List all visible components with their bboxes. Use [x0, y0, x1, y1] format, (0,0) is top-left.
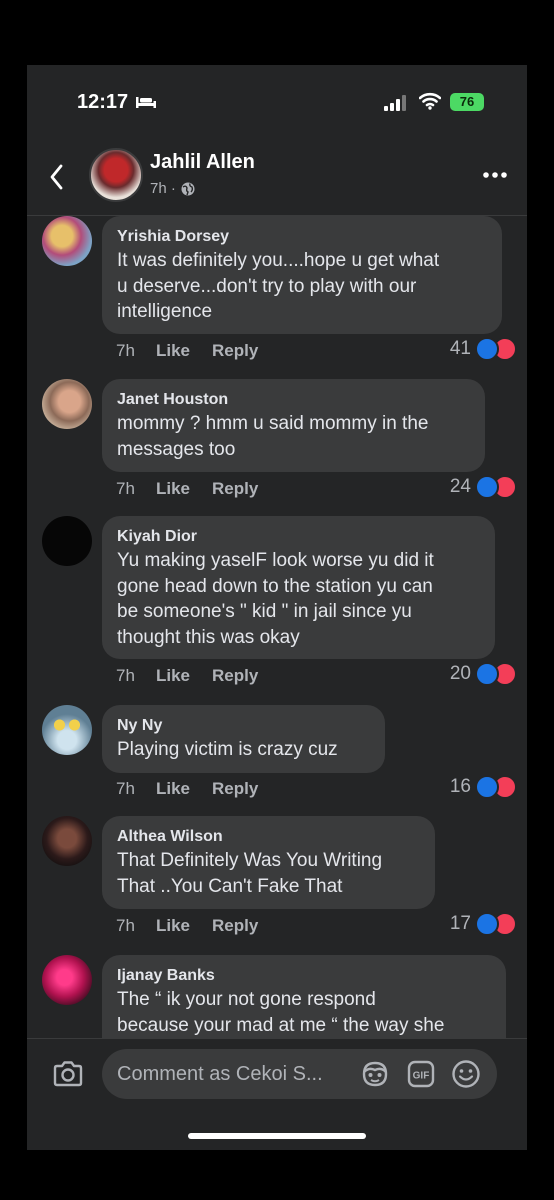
- camera-icon[interactable]: [52, 1060, 84, 1088]
- signal-icon: [384, 95, 406, 111]
- like-reaction-icon: [475, 912, 499, 936]
- like-reaction-icon: [475, 337, 499, 361]
- like-button[interactable]: Like: [156, 916, 212, 936]
- reactions[interactable]: 16: [450, 775, 517, 799]
- avatar[interactable]: [42, 379, 92, 429]
- avatar[interactable]: [42, 216, 92, 266]
- reaction-count: 24: [449, 476, 471, 497]
- post-meta: 7h ·: [150, 180, 195, 197]
- comment-line: That Definitely Was You Writing: [117, 850, 383, 871]
- comment-line: That ..You Can't Fake That: [117, 875, 343, 897]
- reactions[interactable]: 17: [450, 912, 517, 936]
- comment-actions: 7h Like Reply: [116, 779, 258, 799]
- reaction-count: 20: [449, 663, 471, 684]
- comment-box: GIF: [102, 1049, 497, 1099]
- reply-button[interactable]: Reply: [212, 666, 258, 686]
- avatar[interactable]: [42, 705, 92, 755]
- reactions[interactable]: 24: [450, 475, 517, 499]
- commenter-name[interactable]: Ny Ny: [117, 715, 369, 737]
- comment-bubble: Ijanay Banks The “ ik your not gone resp…: [102, 955, 506, 1038]
- reply-button[interactable]: Reply: [212, 479, 258, 499]
- like-button[interactable]: Like: [156, 666, 212, 686]
- comment-bubble: Yrishia Dorsey It was definitely you....…: [102, 216, 502, 334]
- bed-icon: [136, 97, 156, 108]
- comment-bubble: Kiyah Dior Yu making yaselF look worse y…: [102, 516, 495, 659]
- comment-line: be someone's " kid " in jail since yu: [117, 601, 412, 622]
- comment-bubble: Althea Wilson That Definitely Was You Wr…: [102, 816, 435, 909]
- commenter-name[interactable]: Yrishia Dorsey: [117, 226, 486, 248]
- reaction-count: 16: [449, 776, 471, 797]
- like-button[interactable]: Like: [156, 779, 212, 799]
- comment-line: messages too: [117, 438, 236, 460]
- globe-icon: [181, 182, 195, 195]
- commenter-name[interactable]: Janet Houston: [117, 389, 469, 411]
- screen: 12:17 76 Jahlil Allen 7h · Yrishia Dorse…: [27, 65, 527, 1150]
- reactions[interactable]: 20: [450, 662, 517, 686]
- comment-actions: 7h Like Reply: [116, 341, 258, 361]
- like-reaction-icon: [475, 775, 499, 799]
- comment-bubble: Janet Houston mommy ? hmm u said mommy i…: [102, 379, 485, 472]
- gif-icon[interactable]: GIF: [407, 1060, 435, 1088]
- comment-time: 7h: [116, 479, 135, 498]
- comment-input[interactable]: [117, 1049, 357, 1099]
- comment-actions: 7h Like Reply: [116, 479, 258, 499]
- comment-time: 7h: [116, 666, 135, 685]
- post-time: 7h ·: [150, 180, 176, 197]
- avatar[interactable]: [42, 955, 92, 1005]
- comment-bubble: Ny Ny Playing victim is crazy cuz: [102, 705, 385, 773]
- reply-button[interactable]: Reply: [212, 341, 258, 361]
- emoji-icon[interactable]: [451, 1059, 481, 1089]
- comment-line: because your mad at me “ the way she: [117, 1014, 445, 1036]
- comment-line: intelligence: [117, 301, 213, 322]
- reply-button[interactable]: Reply: [212, 916, 258, 936]
- author-name[interactable]: Jahlil Allen: [150, 151, 255, 174]
- comment-line: u deserve...don't try to play with our: [117, 275, 417, 297]
- status-time: 12:17: [77, 91, 129, 113]
- comment-actions: 7h Like Reply: [116, 666, 258, 686]
- comment-line: gone head down to the station yu can: [117, 575, 433, 597]
- comment-line: Playing victim is crazy cuz: [117, 739, 338, 760]
- like-button[interactable]: Like: [156, 479, 212, 499]
- home-indicator: [188, 1133, 366, 1139]
- comment-line: It was definitely you....hope u get what: [117, 250, 440, 271]
- comment-time: 7h: [116, 916, 135, 935]
- avatar[interactable]: [42, 816, 92, 866]
- back-icon[interactable]: [45, 161, 69, 193]
- status-bar: 12:17 76: [27, 65, 527, 145]
- wifi-icon: [419, 92, 441, 110]
- reply-button[interactable]: Reply: [212, 779, 258, 799]
- comment-actions: 7h Like Reply: [116, 916, 258, 936]
- like-reaction-icon: [475, 662, 499, 686]
- svg-text:GIF: GIF: [413, 1071, 430, 1082]
- reaction-count: 17: [449, 913, 471, 934]
- like-reaction-icon: [475, 475, 499, 499]
- like-button[interactable]: Like: [156, 341, 212, 361]
- comment-time: 7h: [116, 341, 135, 360]
- commenter-name[interactable]: Kiyah Dior: [117, 526, 479, 548]
- comment-time: 7h: [116, 779, 135, 798]
- avatar[interactable]: [42, 516, 92, 566]
- avatar-sticker-icon[interactable]: [360, 1060, 390, 1088]
- author-avatar[interactable]: [89, 148, 143, 202]
- battery-indicator: 76: [450, 93, 484, 111]
- reaction-count: 41: [449, 338, 471, 359]
- comment-line: Yu making yaselF look worse yu did it: [117, 550, 434, 571]
- comment-line: thought this was okay: [117, 626, 300, 648]
- comment-line: mommy ? hmm u said mommy in the: [117, 413, 429, 434]
- commenter-name[interactable]: Ijanay Banks: [117, 965, 490, 987]
- more-icon[interactable]: [482, 171, 508, 179]
- comment-line: The “ ik your not gone respond: [117, 989, 376, 1010]
- reactions[interactable]: 41: [450, 337, 517, 361]
- comments-list: Yrishia Dorsey It was definitely you....…: [27, 216, 527, 1038]
- commenter-name[interactable]: Althea Wilson: [117, 826, 419, 848]
- post-header: Jahlil Allen 7h ·: [27, 145, 527, 216]
